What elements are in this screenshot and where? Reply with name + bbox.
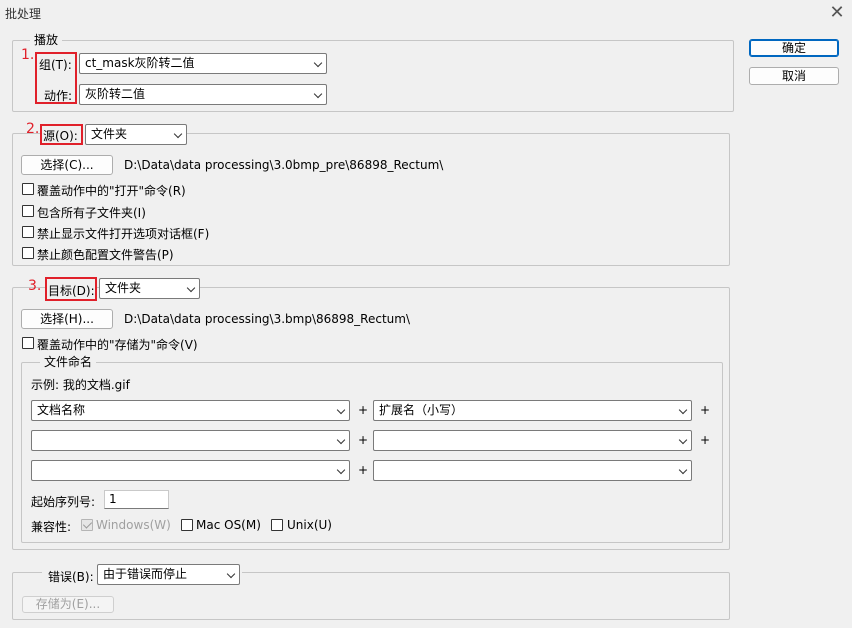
chevron-down-icon	[336, 405, 346, 415]
naming-field-1[interactable]: 文档名称	[31, 400, 350, 421]
compat-unix-label: Unix(U)	[287, 518, 332, 532]
ok-button[interactable]: 确定	[749, 39, 839, 57]
override-open-checkbox[interactable]	[22, 183, 34, 195]
plus-sign: +	[358, 433, 369, 447]
suppress-color-warning-label: 禁止颜色配置文件警告(P)	[37, 248, 174, 262]
include-subfolders-label: 包含所有子文件夹(I)	[37, 206, 146, 220]
source-path: D:\Data\data processing\3.0bmp_pre\86898…	[124, 158, 444, 172]
suppress-open-dialog-checkbox[interactable]	[22, 226, 34, 238]
errors-select-value: 由于错误而停止	[103, 567, 188, 581]
naming-field-2-value: 扩展名（小写）	[379, 403, 464, 417]
serial-label: 起始序列号:	[31, 495, 96, 509]
play-legend: 播放	[30, 31, 63, 48]
naming-field-4[interactable]	[373, 430, 692, 451]
override-open-label: 覆盖动作中的"打开"命令(R)	[37, 184, 186, 198]
compat-unix-checkbox[interactable]	[271, 519, 283, 531]
naming-example: 示例: 我的文档.gif	[31, 378, 130, 392]
override-save-label: 覆盖动作中的"存储为"命令(V)	[37, 338, 198, 352]
compat-mac-label: Mac OS(M)	[196, 518, 261, 532]
chevron-down-icon	[678, 405, 688, 415]
plus-sign: +	[358, 463, 369, 477]
plus-sign: +	[700, 433, 711, 447]
source-label: 源(O):	[43, 129, 78, 143]
action-select[interactable]: 灰阶转二值	[79, 84, 327, 105]
chevron-down-icon	[186, 283, 196, 293]
chevron-down-icon	[336, 435, 346, 445]
suppress-open-dialog-label: 禁止显示文件打开选项对话框(F)	[37, 227, 210, 241]
source-select[interactable]: 文件夹	[85, 124, 187, 145]
chevron-down-icon	[313, 58, 323, 68]
naming-field-2[interactable]: 扩展名（小写）	[373, 400, 692, 421]
cancel-button[interactable]: 取消	[749, 67, 839, 85]
serial-input[interactable]: 1	[104, 490, 169, 509]
include-subfolders-checkbox[interactable]	[22, 205, 34, 217]
source-select-value: 文件夹	[91, 127, 128, 141]
destination-choose-button[interactable]: 选择(H)...	[21, 309, 113, 329]
source-choose-button[interactable]: 选择(C)...	[21, 155, 113, 175]
destination-select[interactable]: 文件夹	[99, 278, 200, 299]
close-icon[interactable]: ✕	[826, 2, 848, 24]
chevron-down-icon	[678, 465, 688, 475]
group-select-value: ct_mask灰阶转二值	[85, 56, 195, 70]
suppress-color-warning-checkbox[interactable]	[22, 247, 34, 259]
annotation-1: 1.	[21, 47, 35, 63]
group-label: 组(T):	[39, 58, 72, 72]
naming-field-5[interactable]	[31, 460, 350, 481]
errors-select[interactable]: 由于错误而停止	[97, 564, 240, 585]
chevron-down-icon	[678, 435, 688, 445]
save-as-button[interactable]: 存储为(E)...	[22, 596, 114, 613]
plus-sign: +	[700, 403, 711, 417]
plus-sign: +	[358, 403, 369, 417]
compat-mac-checkbox[interactable]	[181, 519, 193, 531]
destination-label: 目标(D):	[48, 284, 95, 298]
compat-windows-checkbox	[81, 519, 93, 531]
override-save-checkbox[interactable]	[22, 337, 34, 349]
compat-windows-label: Windows(W)	[96, 518, 171, 532]
chevron-down-icon	[313, 89, 323, 99]
destination-select-value: 文件夹	[105, 281, 142, 295]
destination-path: D:\Data\data processing\3.bmp\86898_Rect…	[124, 312, 410, 326]
chevron-down-icon	[173, 129, 183, 139]
annotation-2: 2.	[26, 121, 40, 137]
chevron-down-icon	[226, 569, 236, 579]
naming-field-6[interactable]	[373, 460, 692, 481]
group-select[interactable]: ct_mask灰阶转二值	[79, 53, 327, 74]
title-bar: 批处理 ✕	[0, 0, 852, 26]
annotation-3: 3.	[28, 278, 42, 294]
action-select-value: 灰阶转二值	[85, 87, 146, 101]
window-title: 批处理	[5, 7, 42, 21]
naming-field-3[interactable]	[31, 430, 350, 451]
compat-label: 兼容性:	[31, 520, 72, 534]
chevron-down-icon	[336, 465, 346, 475]
errors-label: 错误(B):	[48, 570, 94, 584]
file-naming-legend: 文件命名	[40, 353, 97, 370]
action-label: 动作:	[44, 89, 73, 103]
naming-field-1-value: 文档名称	[37, 403, 86, 417]
